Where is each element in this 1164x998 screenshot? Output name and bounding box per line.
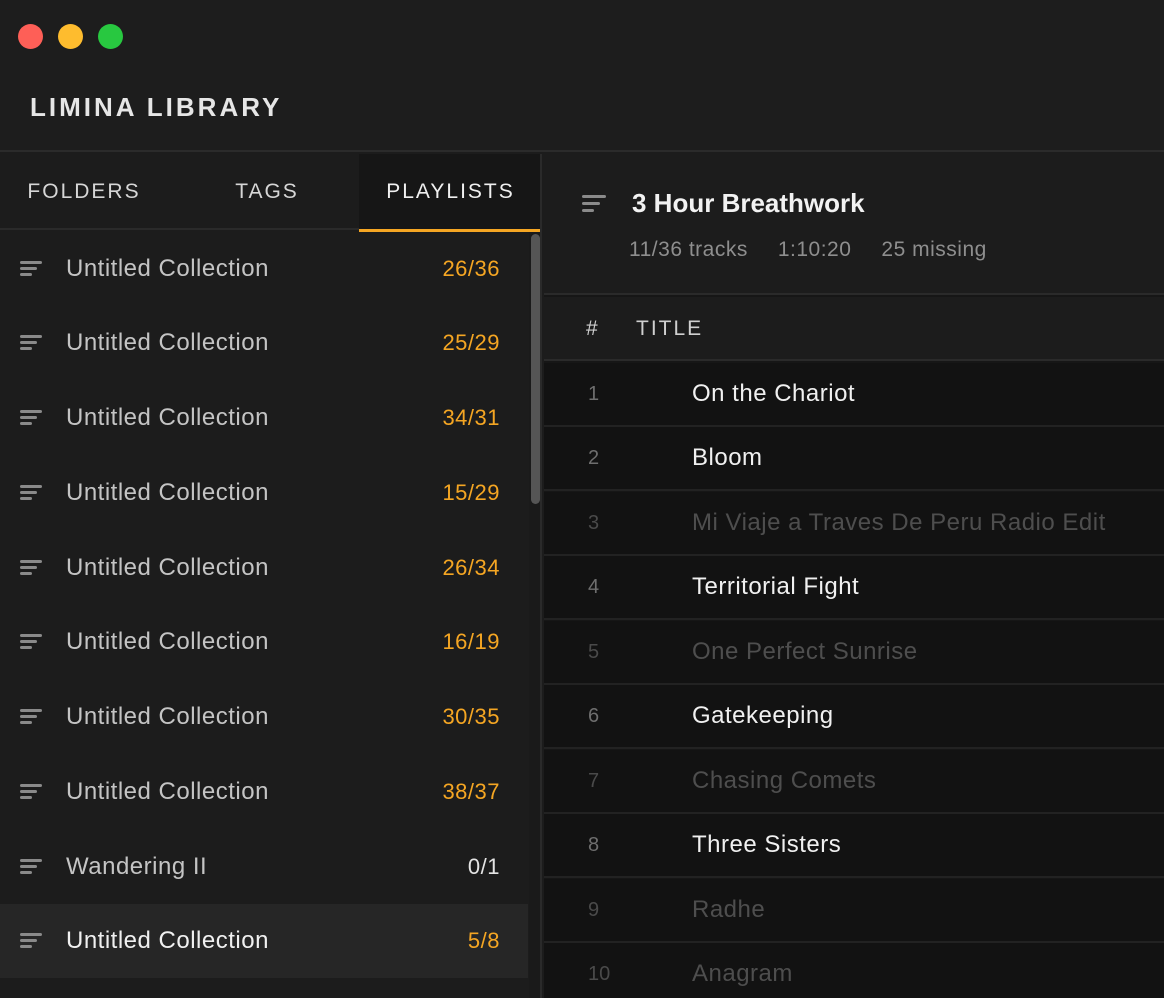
playlist-item[interactable]: Untitled Collection 30/35 (0, 680, 528, 754)
track-title: One Perfect Sunrise (692, 638, 918, 665)
window-controls (18, 24, 123, 49)
playlist-duration: 1:10:20 (777, 238, 852, 261)
playlist-item-label: Untitled Collection (66, 628, 269, 655)
playlist-meta: 11/36 tracks 1:10:20 25 missing (629, 238, 987, 262)
playlist-title: 3 Hour Breathwork (632, 188, 865, 218)
column-number[interactable]: # (586, 317, 598, 341)
playlist-item-count: 26/34 (442, 555, 500, 580)
playlist-item[interactable]: Wandering II 0/1 (0, 830, 528, 904)
playlist-item-count: 34/31 (442, 405, 500, 430)
playlist-icon (20, 709, 42, 725)
track-number: 3 (588, 512, 600, 534)
list-lines-icon (582, 195, 606, 213)
app-window: LIMINA LIBRARY FOLDERS TAGS PLAYLISTS Un… (0, 0, 1164, 998)
sidebar-scrollbar[interactable] (529, 232, 540, 998)
playlist-item[interactable]: Untitled Collection 15/29 (0, 456, 528, 530)
playlist-item-label: Untitled Collection (66, 703, 269, 730)
track-row-missing[interactable]: 7 Chasing Comets (544, 750, 1164, 814)
track-title: Anagram (692, 960, 793, 987)
playlist-item-label: Untitled Collection (66, 255, 269, 282)
playlist-item-label: Untitled Collection (66, 404, 269, 431)
track-row[interactable]: 1 On the Chariot (544, 363, 1164, 427)
playlist-icon (20, 485, 42, 501)
track-number: 4 (588, 576, 600, 598)
track-title: Three Sisters (692, 831, 842, 858)
track-row-missing[interactable]: 3 Mi Viaje a Traves De Peru Radio Edit (544, 492, 1164, 556)
playlist-item-count: 16/19 (442, 629, 500, 654)
track-number: 6 (588, 705, 600, 727)
track-title: Territorial Fight (692, 573, 860, 600)
playlist-item-selected[interactable]: Untitled Collection 5/8 (0, 904, 528, 978)
track-title: Chasing Comets (692, 767, 877, 794)
track-number: 2 (588, 447, 600, 469)
track-title: Mi Viaje a Traves De Peru Radio Edit (692, 509, 1106, 536)
playlist-item-count: 26/36 (442, 256, 500, 281)
column-title[interactable]: TITLE (636, 317, 703, 341)
tab-playlists[interactable]: PLAYLISTS (359, 154, 540, 232)
playlist-icon (20, 560, 42, 576)
missing-count: 25 missing (881, 238, 987, 261)
minimize-window-icon[interactable] (58, 24, 83, 49)
playlist-item-count: 15/29 (442, 480, 500, 505)
playlist-item[interactable]: Untitled Collection 38/37 (0, 755, 528, 829)
scrollbar-thumb[interactable] (531, 234, 540, 504)
tracks-summary: 11/36 tracks (629, 238, 748, 261)
playlist-item-label: Untitled Collection (66, 778, 269, 805)
maximize-window-icon[interactable] (98, 24, 123, 49)
track-row[interactable]: 8 Three Sisters (544, 814, 1164, 878)
track-title: Bloom (692, 444, 763, 471)
track-row[interactable]: 2 Bloom (544, 427, 1164, 491)
track-number: 7 (588, 770, 600, 792)
playlist-icon (20, 634, 42, 650)
playlist-item-label: Wandering II (66, 853, 208, 880)
playlist-item-label: Untitled Collection (66, 479, 269, 506)
playlist-icon (20, 261, 42, 277)
close-window-icon[interactable] (18, 24, 43, 49)
playlist-icon (20, 335, 42, 351)
playlist-item-count: 0/1 (467, 854, 500, 879)
app-title: LIMINA LIBRARY (30, 92, 283, 122)
tab-folders[interactable]: FOLDERS (0, 154, 168, 230)
sidebar: FOLDERS TAGS PLAYLISTS Untitled Collecti… (0, 154, 542, 998)
track-row[interactable]: 6 Gatekeeping (544, 685, 1164, 749)
track-number: 5 (588, 641, 600, 663)
track-row-missing[interactable]: 9 Radhe (544, 879, 1164, 943)
playlist-item[interactable]: Untitled Collection 26/34 (0, 531, 528, 605)
playlist-item[interactable]: Untitled Collection 34/31 (0, 381, 528, 455)
playlist-item-label: Untitled Collection (66, 554, 269, 581)
track-row-missing[interactable]: 5 One Perfect Sunrise (544, 621, 1164, 685)
playlist-item-count: 38/37 (442, 779, 500, 804)
track-number: 9 (588, 899, 600, 921)
playlist-header: 3 Hour Breathwork 11/36 tracks 1:10:20 2… (544, 154, 1164, 295)
playlist-item[interactable]: Untitled Collection 25/29 (0, 306, 528, 380)
playlist-item[interactable]: Untitled Collection 16/19 (0, 605, 528, 679)
playlist-icon (20, 859, 42, 875)
track-number: 1 (588, 383, 600, 405)
tab-tags[interactable]: TAGS (178, 154, 356, 230)
playlist-icon (20, 410, 42, 426)
playlist-item-label: Untitled Collection (66, 927, 269, 954)
sidebar-tabs: FOLDERS TAGS PLAYLISTS (0, 154, 540, 232)
track-number: 8 (588, 834, 600, 856)
playlist-icon (20, 784, 42, 800)
playlist-item-label: Untitled Collection (66, 329, 269, 356)
playlist-icon (20, 933, 42, 949)
playlist-item-count: 30/35 (442, 704, 500, 729)
playlist-item-count: 5/8 (467, 928, 500, 953)
track-title: On the Chariot (692, 380, 856, 407)
title-bar: LIMINA LIBRARY (0, 0, 1164, 152)
playlist-detail: 3 Hour Breathwork 11/36 tracks 1:10:20 2… (544, 154, 1164, 998)
track-number: 10 (588, 963, 611, 985)
track-row[interactable]: 4 Territorial Fight (544, 556, 1164, 620)
track-title: Gatekeeping (692, 702, 834, 729)
track-row-missing[interactable]: 10 Anagram (544, 943, 1164, 998)
playlist-item[interactable]: Untitled Collection 26/36 (0, 232, 528, 306)
playlist-item-count: 25/29 (442, 330, 500, 355)
track-table-header: # TITLE (544, 297, 1164, 361)
track-title: Radhe (692, 896, 766, 923)
